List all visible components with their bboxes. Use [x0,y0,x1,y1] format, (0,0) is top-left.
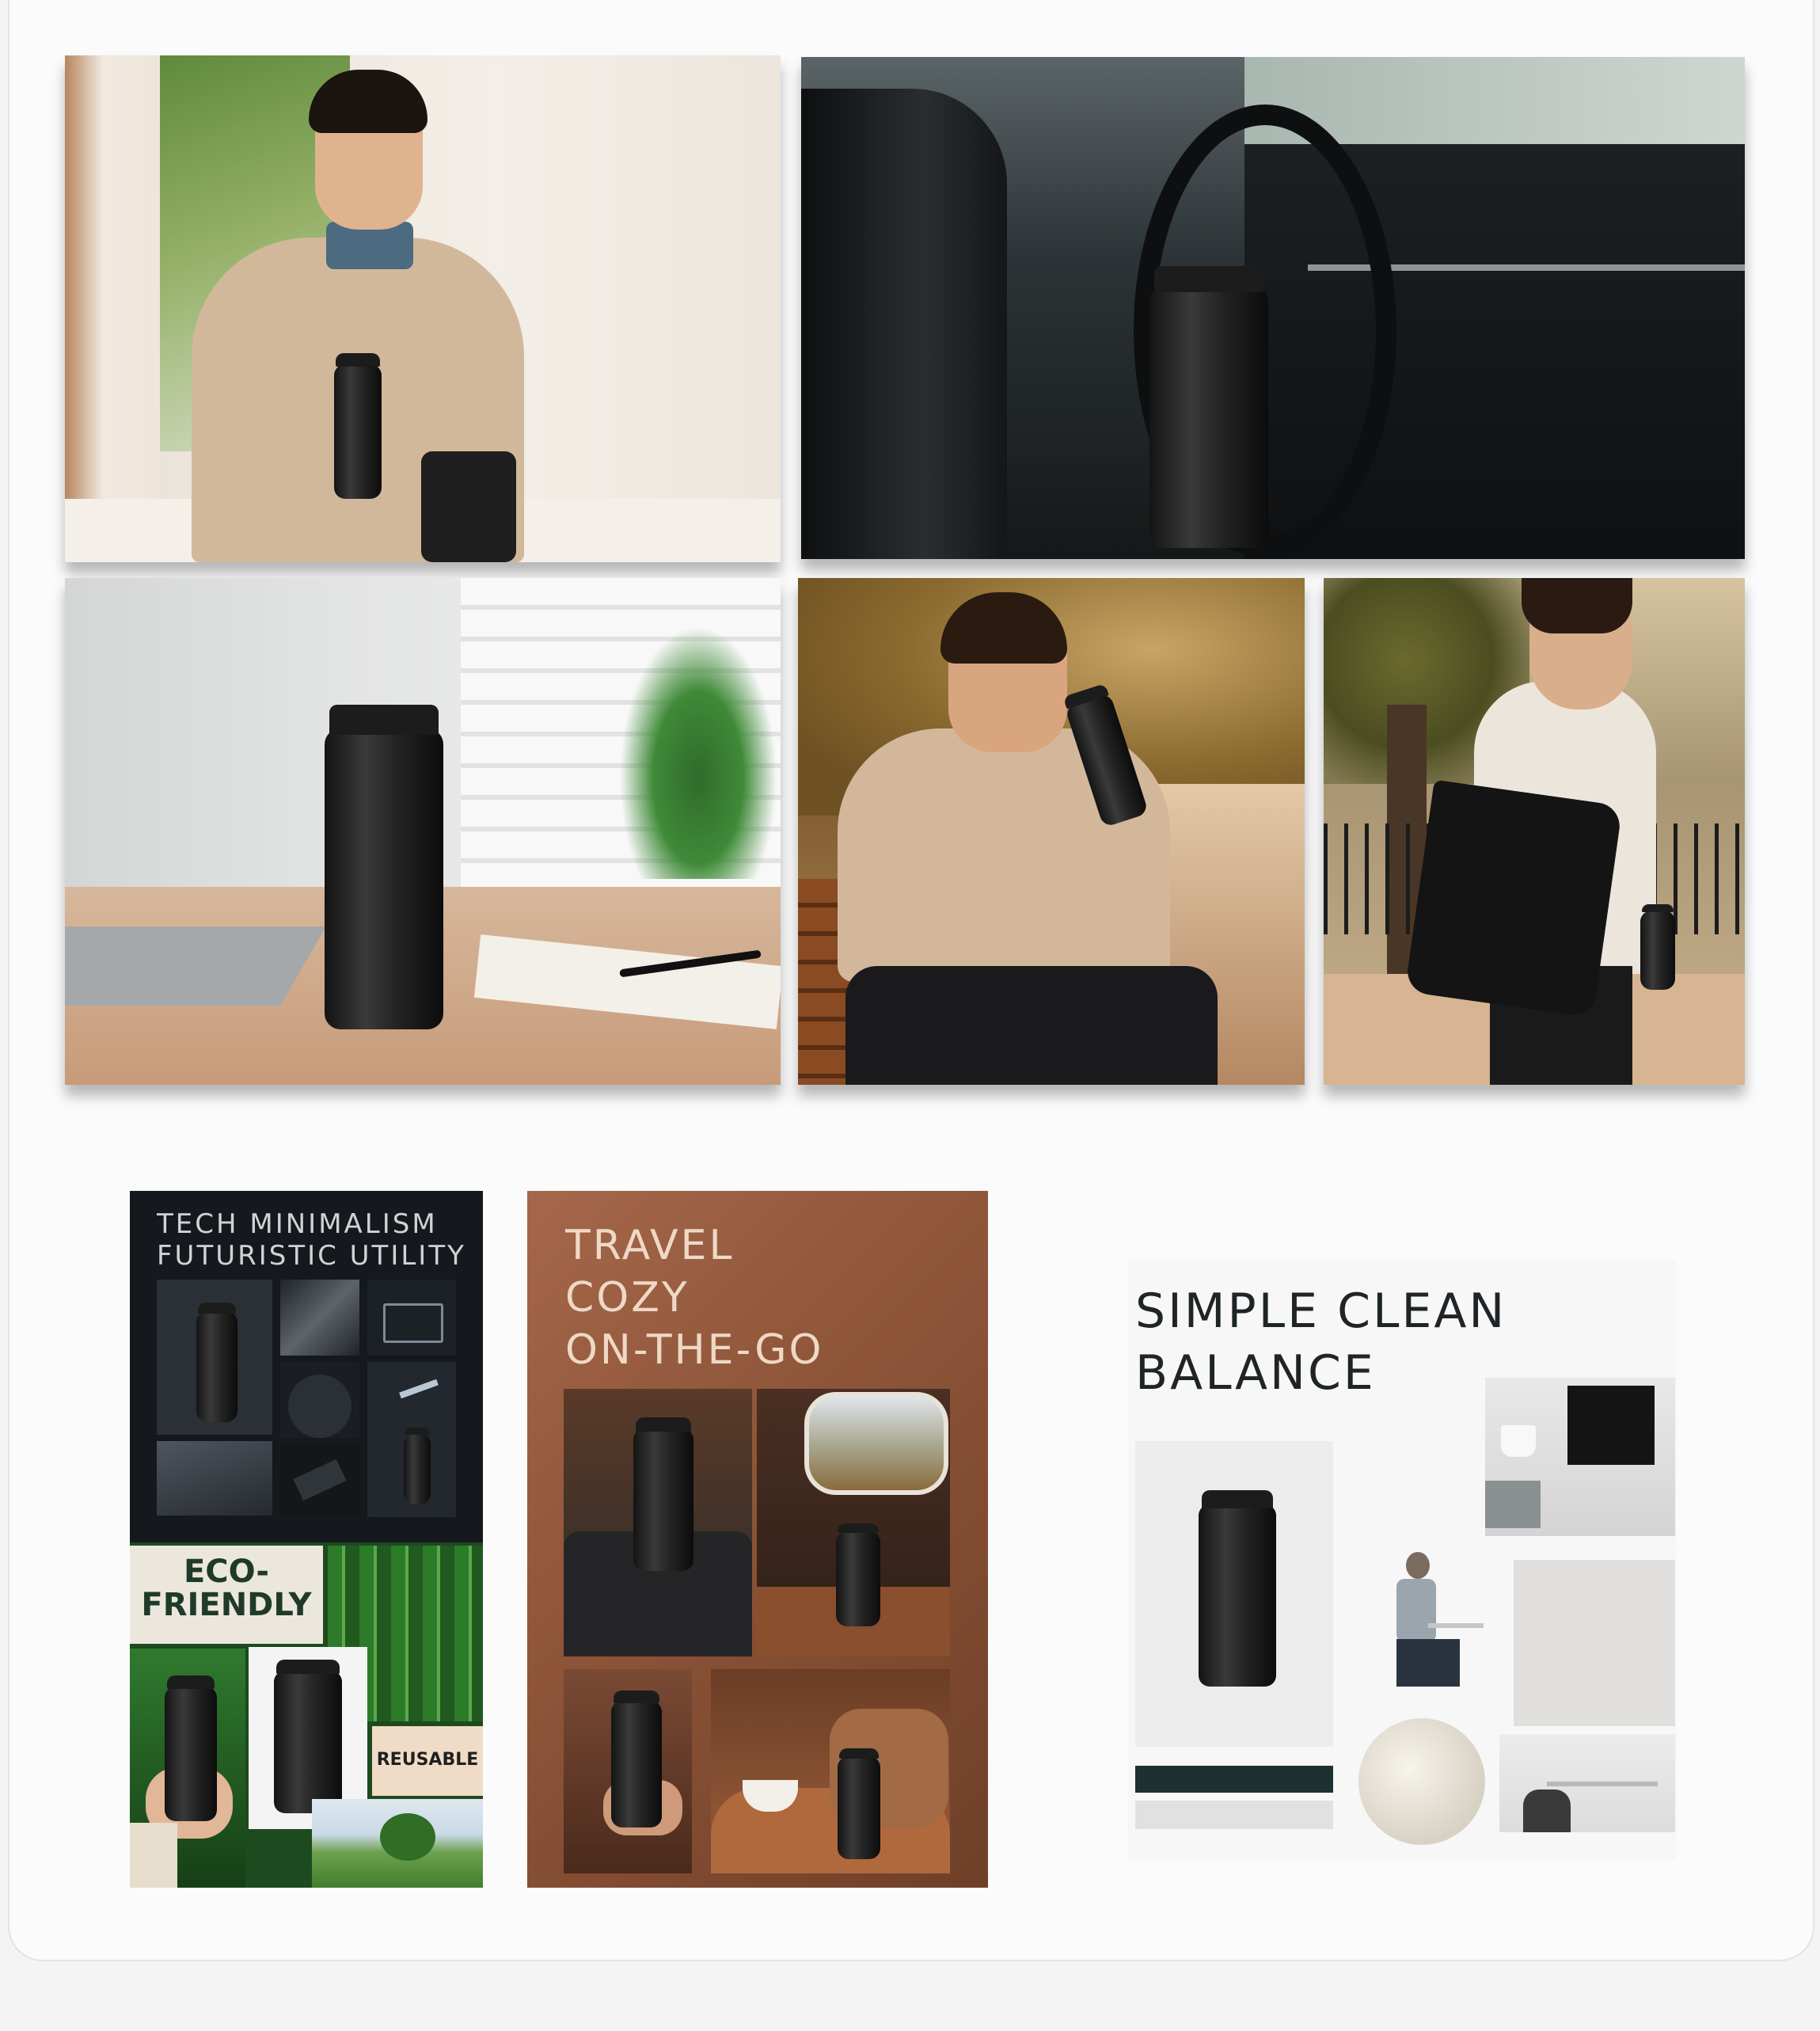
bottle-icon-2 [404,1427,431,1504]
tree-icon [380,1813,435,1861]
photo-walking[interactable] [1324,578,1745,1085]
travel-tile-cafe [711,1669,950,1873]
lamp-light [399,1379,439,1399]
tech-title-line1: TECH MINIMALISM [157,1208,438,1240]
bottle-carried [1640,904,1675,990]
bottle-hands [611,1691,662,1828]
bottle-held [334,353,382,499]
coffee-mug [1501,1425,1536,1457]
laptop-icon [383,1303,443,1343]
hand-bottle-tile [130,1649,245,1888]
circle-shape [288,1375,351,1438]
gallery-card: TECH MINIMALISM FUTURISTIC UTILITY ECO- … [8,0,1814,1961]
man-legs [845,966,1218,1085]
tech-tile-phone [280,1444,359,1517]
person-head [1406,1552,1430,1579]
grey-box [1485,1481,1541,1528]
travel-tile-hands [564,1669,692,1873]
seat [801,89,1007,559]
plane-window [804,1392,948,1495]
travel-title-line3: ON-THE-GO [565,1326,824,1374]
laptop-screen [1567,1386,1655,1465]
sleeve [130,1823,177,1888]
bottle-desk [325,704,443,1029]
phone-icon [293,1459,347,1501]
photo-man-doorway[interactable] [65,55,781,562]
bottle-luggage [633,1417,693,1571]
black-pouch [421,451,516,562]
photo-desk-bottle[interactable] [65,578,781,1085]
man-hair-3 [1522,578,1632,633]
travel-tile-luggage [564,1389,752,1656]
simple-stripe-light [1135,1801,1333,1829]
tech-tile-lamp [367,1362,456,1517]
tote-bag [1404,779,1623,1018]
tech-title-line2: FUTURISTIC UTILITY [157,1240,466,1272]
plant [619,626,777,879]
simple-tile-desk [1485,1378,1675,1536]
table-line [1547,1782,1658,1786]
travel-title-line2: COZY [565,1274,690,1322]
simple-tile-room [1499,1734,1675,1832]
chair [1523,1789,1571,1832]
travel-tile-window [757,1389,950,1656]
bottle-cafe [838,1748,880,1859]
moodboard-travel[interactable]: TRAVEL COZY ON-THE-GO [527,1191,988,1888]
person-body [1396,1579,1436,1642]
simple-tile-grey [1514,1560,1675,1726]
tech-tile-laptop-2 [157,1441,272,1516]
laptop [65,926,326,1006]
reusable-label: REUSABLE [376,1750,479,1770]
bottle-icon-4 [274,1659,342,1813]
simple-tile-fabric [1358,1718,1485,1845]
tech-tile-bottle [157,1280,272,1435]
desk-line [1428,1623,1484,1628]
moodboard-simple[interactable]: SIMPLE CLEAN BALANCE [1127,1259,1677,1861]
photo-bench-drinking[interactable] [798,578,1305,1085]
landscape-tile [312,1799,483,1888]
door-frame [65,55,160,562]
tech-tile-laptop [367,1280,456,1356]
bottle-icon-3 [165,1675,217,1821]
tech-tile-circle [280,1362,359,1438]
bottle-cupholder [1149,265,1268,548]
simple-stripe-dark [1135,1766,1333,1793]
simple-tile-person [1357,1544,1484,1710]
photo-car-interior[interactable] [801,57,1745,559]
simple-title-line2: BALANCE [1135,1345,1376,1401]
person-legs [1396,1639,1460,1687]
bottle-simple [1199,1489,1276,1687]
bottle-window [836,1523,880,1626]
simple-title-line1: SIMPLE CLEAN [1135,1284,1507,1339]
simple-tile-bottle [1135,1441,1333,1747]
eco-title: ECO- FRIENDLY [141,1555,312,1622]
tech-tile-angles [280,1280,359,1356]
travel-title-line1: TRAVEL [565,1222,735,1269]
bottle-icon [196,1302,237,1422]
moodboard-tech-eco[interactable]: TECH MINIMALISM FUTURISTIC UTILITY ECO- … [130,1191,483,1888]
